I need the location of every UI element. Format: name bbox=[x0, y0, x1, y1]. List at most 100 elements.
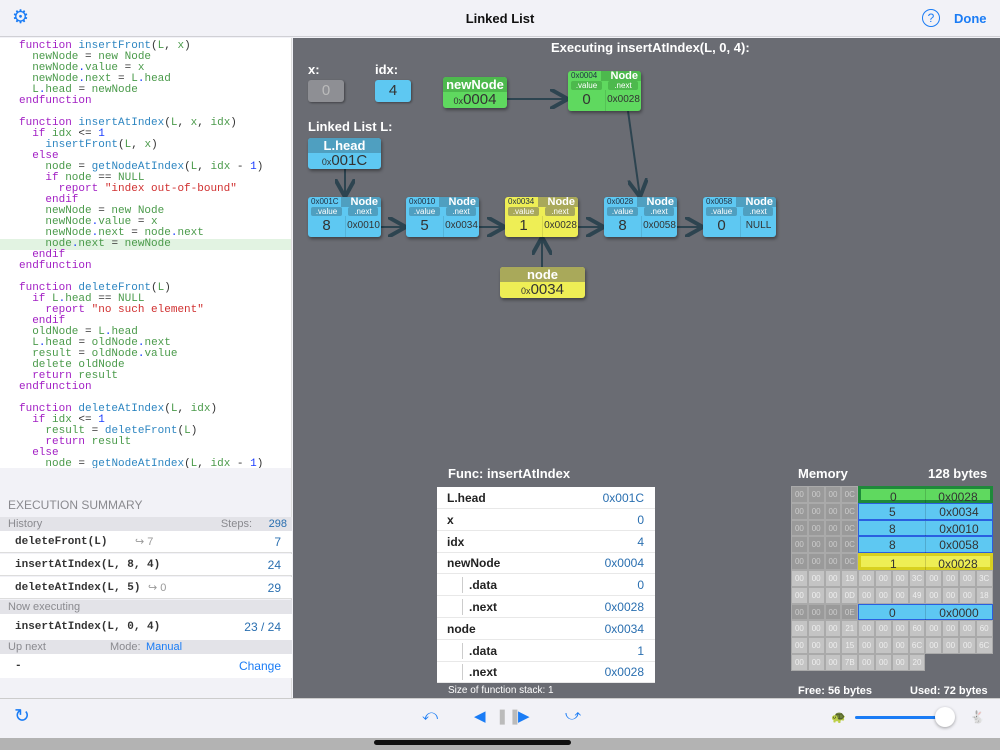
func-var-name: idx bbox=[447, 534, 465, 549]
memory-byte: 00 bbox=[875, 586, 892, 604]
memory-byte: 00 bbox=[824, 570, 842, 587]
memory-byte: 00 bbox=[791, 502, 808, 520]
memory-byte: 00 bbox=[942, 620, 959, 638]
mode-value[interactable]: Manual bbox=[146, 640, 182, 654]
memory-byte: 00 bbox=[807, 603, 825, 621]
memory-byte: 00 bbox=[824, 586, 842, 604]
memory-byte: 00 bbox=[807, 637, 825, 654]
done-button[interactable]: Done bbox=[954, 11, 987, 26]
top-bar: ⚙ Linked List ? Done bbox=[0, 0, 1000, 37]
memory-byte: 00 bbox=[942, 637, 959, 654]
memory-byte: 00 bbox=[824, 553, 842, 570]
step-over-icon[interactable]: ⤻ bbox=[565, 707, 581, 724]
change-button[interactable]: Change bbox=[239, 654, 281, 678]
memory-byte: 00 bbox=[791, 637, 808, 654]
stack-size: Size of function stack: 1 bbox=[448, 685, 554, 696]
func-var-row: node 0x0034 bbox=[437, 618, 655, 640]
memory-byte: 3C bbox=[975, 570, 993, 587]
memory-byte: 00 bbox=[891, 637, 909, 654]
memory-byte: 3C bbox=[908, 570, 926, 587]
memory-byte: 00 bbox=[824, 637, 842, 654]
lhead-prefix: 0x bbox=[321, 157, 332, 167]
memory-node-next: 0x0034 bbox=[925, 503, 991, 520]
history-return: ↪ 7 bbox=[135, 536, 154, 548]
up-next-row: - Change bbox=[0, 654, 292, 678]
memory-size: 128 bytes bbox=[928, 466, 988, 481]
node-next: 0x0010 bbox=[345, 216, 381, 237]
pointer-arrow bbox=[627, 110, 640, 197]
node-var-prefix: 0x bbox=[521, 286, 531, 296]
next-field-label: .next bbox=[644, 207, 674, 216]
func-var-value: 0x001C bbox=[602, 491, 644, 505]
execution-summary: EXECUTION SUMMARY History Steps: 298 del… bbox=[0, 468, 292, 698]
func-var-row: x0 bbox=[437, 509, 655, 531]
value-field-label: .value bbox=[311, 207, 342, 216]
code-panel[interactable]: function insertFront(L, x) newNode = new… bbox=[0, 38, 292, 468]
memory-byte: 00 bbox=[858, 654, 875, 671]
memory-byte: 00 bbox=[858, 570, 875, 587]
memory-byte: 00 bbox=[891, 620, 909, 638]
question-circle-icon[interactable]: ? bbox=[922, 9, 940, 27]
func-var-row: .data 1 bbox=[437, 640, 655, 662]
memory-byte: 00 bbox=[791, 486, 808, 503]
node-type-label: Node bbox=[538, 197, 578, 208]
memory-node-block[interactable]: 5 0x0034 bbox=[858, 502, 993, 520]
prev-icon[interactable]: ◀ bbox=[474, 707, 486, 725]
steps-count: 298 bbox=[268, 518, 287, 530]
linked-list-label: Linked List L: bbox=[308, 119, 393, 134]
node-value: 5 bbox=[420, 217, 429, 234]
history-row[interactable]: insertAtIndex(L, 8, 4) 24 bbox=[0, 554, 292, 576]
history-row[interactable]: deleteFront(L) ↪ 7 7 bbox=[0, 531, 292, 553]
memory-byte: 00 bbox=[925, 637, 943, 654]
memory-byte: 00 bbox=[875, 570, 892, 587]
node-value: 8 bbox=[618, 217, 627, 234]
newnode-label: newNode bbox=[443, 77, 507, 92]
memory-byte: 00 bbox=[824, 620, 842, 638]
page-title: Linked List bbox=[465, 11, 535, 26]
memory-node-value: 5 bbox=[888, 504, 896, 519]
memory-node-block[interactable]: 1 0x0028 bbox=[858, 553, 993, 573]
now-executing-row[interactable]: insertAtIndex(L, 0, 4) 23 / 24 bbox=[0, 614, 292, 640]
node-value: 0 bbox=[717, 217, 726, 234]
step-back-icon[interactable]: ⤺ bbox=[422, 707, 438, 724]
func-var-value: 1 bbox=[637, 643, 644, 658]
code-line: endfunction bbox=[19, 95, 92, 107]
history-steps: 7 bbox=[274, 535, 281, 549]
func-var-name: .data bbox=[469, 578, 498, 593]
func-var-name: node bbox=[447, 621, 476, 636]
memory-byte: 00 bbox=[875, 620, 892, 638]
list-node: 0x0004 Node .value .next 0 0x0028 bbox=[568, 71, 641, 111]
refresh-icon[interactable]: ↻ bbox=[14, 705, 30, 728]
memory-byte: 00 bbox=[824, 519, 842, 537]
next-icon[interactable]: ▶ bbox=[518, 707, 530, 725]
history-header: History Steps: 298 bbox=[0, 517, 292, 531]
now-steps: 23 / 24 bbox=[244, 620, 281, 634]
list-node: 0x0058 Node .value .next 0 NULL bbox=[703, 197, 776, 237]
home-indicator[interactable] bbox=[374, 740, 571, 745]
memory-byte: 00 bbox=[942, 570, 959, 587]
speed-slider-thumb[interactable] bbox=[935, 707, 956, 727]
memory-byte: 00 bbox=[807, 586, 825, 604]
memory-byte: 00 bbox=[891, 570, 909, 587]
history-row[interactable]: deleteAtIndex(L, 5) ↪ 0 29 bbox=[0, 577, 292, 599]
func-var-value: 0 bbox=[637, 578, 644, 593]
memory-node-block[interactable]: 0 0x0000 bbox=[858, 603, 993, 621]
next-field-label: .next bbox=[545, 207, 575, 216]
memory-byte: 00 bbox=[959, 570, 976, 587]
memory-node-block[interactable]: 8 0x0058 bbox=[858, 536, 993, 554]
memory-byte: 19 bbox=[841, 570, 859, 587]
memory-node-block[interactable]: 8 0x0010 bbox=[858, 519, 993, 537]
next-field-label: .next bbox=[608, 81, 638, 90]
memory-byte: 00 bbox=[959, 586, 976, 604]
node-next: 0x0058 bbox=[641, 216, 677, 237]
node-address: 0x001C bbox=[311, 197, 339, 206]
memory-node-block[interactable]: 0 0x0028 bbox=[858, 486, 993, 505]
memory-free: Free: 56 bytes bbox=[798, 685, 872, 697]
memory-used: Used: 72 bytes bbox=[910, 685, 988, 697]
value-field-label: .value bbox=[508, 207, 539, 216]
memory-byte: 00 bbox=[942, 586, 959, 604]
node-variable: node 0x0034 bbox=[500, 267, 585, 298]
memory-byte: 00 bbox=[807, 519, 825, 537]
up-next-label: Up next bbox=[8, 641, 46, 653]
memory-byte: 6C bbox=[908, 637, 926, 654]
